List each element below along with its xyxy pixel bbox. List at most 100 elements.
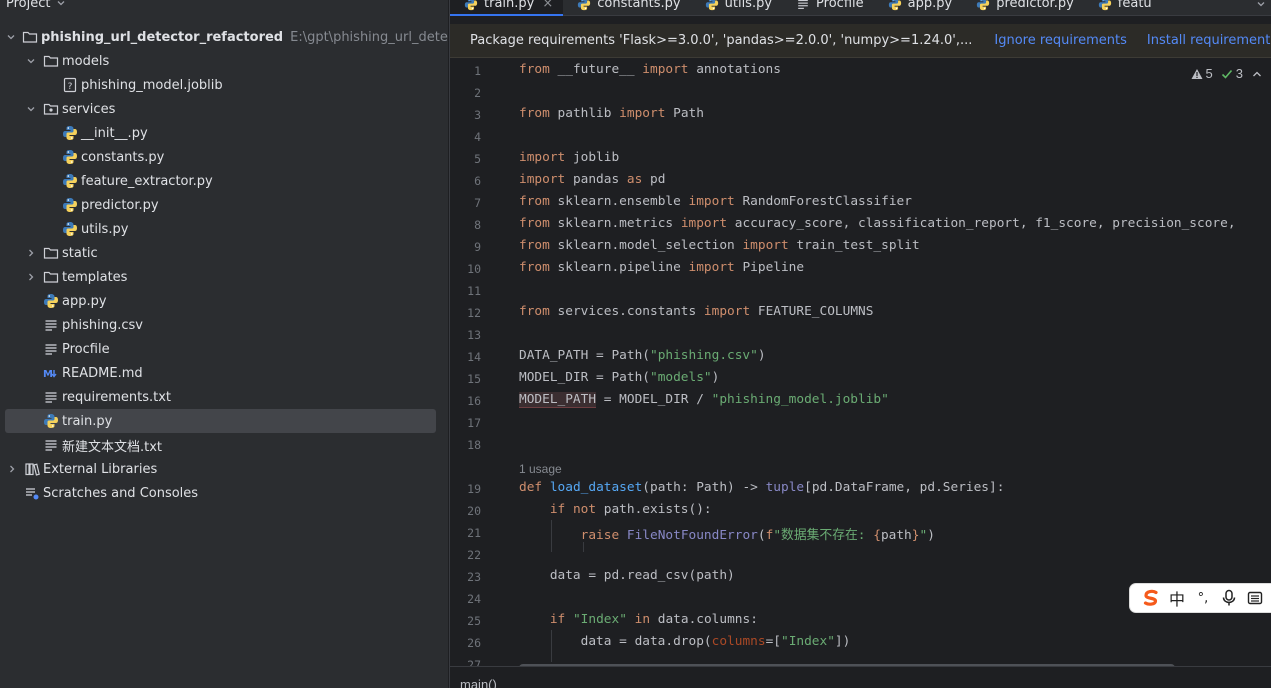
code-line[interactable]: from pathlib import Path xyxy=(519,106,704,121)
line-number: 2 xyxy=(474,86,481,100)
code-token: import xyxy=(619,106,666,121)
tree-item-constants-py[interactable]: constants.py xyxy=(0,145,448,169)
text-file-icon xyxy=(43,317,59,333)
ignore-requirements-link[interactable]: Ignore requirements xyxy=(994,33,1126,48)
tree-item-label: train.py xyxy=(62,413,113,429)
code-line[interactable]: from services.constants import FEATURE_C… xyxy=(519,304,873,319)
python-file-icon xyxy=(62,173,78,189)
code-token: path xyxy=(880,528,912,543)
code-token: train_test_split xyxy=(788,238,920,253)
code-content[interactable]: from __future__ import annotations from p… xyxy=(519,60,1271,666)
tab-overflow-chevron-icon[interactable] xyxy=(1250,0,1271,9)
chevron-down-icon[interactable] xyxy=(6,31,16,43)
tree-item-scratches-and-consoles[interactable]: Scratches and Consoles xyxy=(0,481,448,505)
tree-item-utils-py[interactable]: utils.py xyxy=(0,217,448,241)
inspection-widget[interactable]: 5 3 xyxy=(1183,66,1266,81)
line-number-gutter[interactable]: 1 2 3 4 5 6 7 8 9 10 11 12 13 14 15 16 17 18 19 20 21 22 23 24 2… xyxy=(450,60,510,666)
code-token: pathlib xyxy=(549,106,620,121)
code-line[interactable]: import joblib xyxy=(519,150,619,165)
tree-item-requirements-txt[interactable]: requirements.txt xyxy=(0,385,448,409)
code-token: =[ xyxy=(765,634,781,649)
code-line[interactable]: import pandas as pd xyxy=(519,172,665,187)
tree-item-readme-md[interactable]: M README.md xyxy=(0,361,448,385)
code-line[interactable]: DATA_PATH = Path("phishing.csv") xyxy=(519,348,766,363)
ime-toolbar[interactable]: 中 °, xyxy=(1129,583,1271,613)
tab-label: predictor.py xyxy=(996,0,1074,11)
line-number: 12 xyxy=(467,306,481,320)
unknown-file-icon: ? xyxy=(62,77,78,93)
code-token: sklearn.metrics xyxy=(549,216,681,231)
code-line[interactable]: data = data.drop(columns=["Index"]) xyxy=(519,634,851,649)
tab-utils-py[interactable]: utils.py xyxy=(691,0,782,16)
breadcrumb[interactable]: main() xyxy=(450,666,1271,688)
code-line[interactable]: from sklearn.pipeline import Pipeline xyxy=(519,260,804,275)
tab-procfile[interactable]: Procfile xyxy=(782,0,874,16)
project-panel-header[interactable]: Project xyxy=(0,0,66,13)
chevron-right-icon[interactable] xyxy=(25,247,37,259)
tree-item-services[interactable]: services xyxy=(0,97,448,121)
code-token: Path xyxy=(665,106,704,121)
code-line[interactable]: if "Index" in data.columns: xyxy=(519,612,758,627)
code-line[interactable]: from sklearn.metrics import accuracy_sco… xyxy=(519,216,1236,231)
sogou-logo-icon[interactable] xyxy=(1138,585,1164,611)
editor-tab-bar: train.py × constants.py utils.py Procfile app… xyxy=(450,0,1271,16)
close-icon[interactable]: × xyxy=(542,0,553,11)
code-line[interactable]: MODEL_DIR = Path("models") xyxy=(519,370,719,385)
tree-item-feature-extractor-py[interactable]: feature_extractor.py xyxy=(0,169,448,193)
keyboard-icon[interactable] xyxy=(1242,585,1268,611)
usage-hint-link[interactable]: 1 usage xyxy=(519,462,562,476)
code-line[interactable]: from __future__ import annotations xyxy=(519,62,781,77)
code-line[interactable]: from sklearn.ensemble import RandomFores… xyxy=(519,194,912,209)
code-line[interactable]: def load_dataset(path: Path) -> tuple[pd… xyxy=(519,480,1004,495)
chevron-up-icon[interactable] xyxy=(1251,68,1266,80)
tree-item-app-py[interactable]: app.py xyxy=(0,289,448,313)
warnings-count[interactable]: 5 xyxy=(1191,66,1213,81)
tree-item-predictor-py[interactable]: predictor.py xyxy=(0,193,448,217)
microphone-icon[interactable] xyxy=(1216,585,1242,611)
tree-item-templates[interactable]: templates xyxy=(0,265,448,289)
weak-warnings-count[interactable]: 3 xyxy=(1221,66,1243,81)
tree-item-external-libraries[interactable]: External Libraries xyxy=(0,457,448,481)
chevron-down-icon[interactable] xyxy=(25,55,37,67)
code-line[interactable]: if not path.exists(): xyxy=(519,502,712,517)
tree-item-static[interactable]: static xyxy=(0,241,448,265)
tab-train-py[interactable]: train.py × xyxy=(450,0,564,16)
code-line[interactable]: from sklearn.model_selection import trai… xyxy=(519,238,920,253)
tree-item-label: predictor.py xyxy=(81,197,159,213)
breadcrumb-item[interactable]: main() xyxy=(460,677,497,688)
code-token: path.exists(): xyxy=(596,502,712,517)
chevron-down-icon[interactable] xyxy=(25,103,37,115)
tree-item-models[interactable]: models xyxy=(0,49,448,73)
chevron-right-icon[interactable] xyxy=(25,271,37,283)
code-line[interactable]: MODEL_PATH = MODEL_DIR / "phishing_model… xyxy=(519,392,889,408)
ime-punctuation-toggle[interactable]: °, xyxy=(1190,585,1216,611)
ime-language-toggle[interactable]: 中 xyxy=(1164,585,1190,611)
tree-item-phishing-model-joblib[interactable]: ? phishing_model.joblib xyxy=(0,73,448,97)
code-editor[interactable]: 1 2 3 4 5 6 7 8 9 10 11 12 13 14 15 16 17 18 19 20 21 22 23 24 2… xyxy=(450,60,1271,666)
chevron-down-icon[interactable] xyxy=(56,0,66,8)
code-token: sklearn.ensemble xyxy=(549,194,689,209)
markdown-file-icon: M xyxy=(43,365,59,381)
tab-predictor-py[interactable]: predictor.py xyxy=(962,0,1084,16)
tree-item-phishing-url-detector-refactored[interactable]: phishing_url_detector_refactored E:\gpt\p… xyxy=(0,25,448,49)
tree-item-label: feature_extractor.py xyxy=(81,173,213,189)
tree-item-txt[interactable]: 新建文本文档.txt xyxy=(0,433,448,457)
tree-item-init-py[interactable]: __init__.py xyxy=(0,121,448,145)
tree-item-train-py[interactable]: train.py xyxy=(5,409,436,433)
checkmark-icon xyxy=(1221,69,1232,79)
line-number: 25 xyxy=(467,614,481,628)
tab-featu[interactable]: featu xyxy=(1084,0,1162,16)
code-line[interactable]: raise FileNotFoundError(f"数据集不存在: {path}… xyxy=(519,524,935,543)
svg-text:M: M xyxy=(43,369,53,380)
tab-constants-py[interactable]: constants.py xyxy=(563,0,690,16)
tree-item-phishing-csv[interactable]: phishing.csv xyxy=(0,313,448,337)
library-icon xyxy=(24,461,40,477)
tree-item-procfile[interactable]: Procfile xyxy=(0,337,448,361)
tab-app-py[interactable]: app.py xyxy=(874,0,963,16)
code-line[interactable]: data = pd.read_csv(path) xyxy=(519,568,735,583)
chevron-right-icon[interactable] xyxy=(6,463,18,475)
install-requirements-link[interactable]: Install requirements xyxy=(1147,33,1271,48)
line-number: 16 xyxy=(467,394,481,408)
